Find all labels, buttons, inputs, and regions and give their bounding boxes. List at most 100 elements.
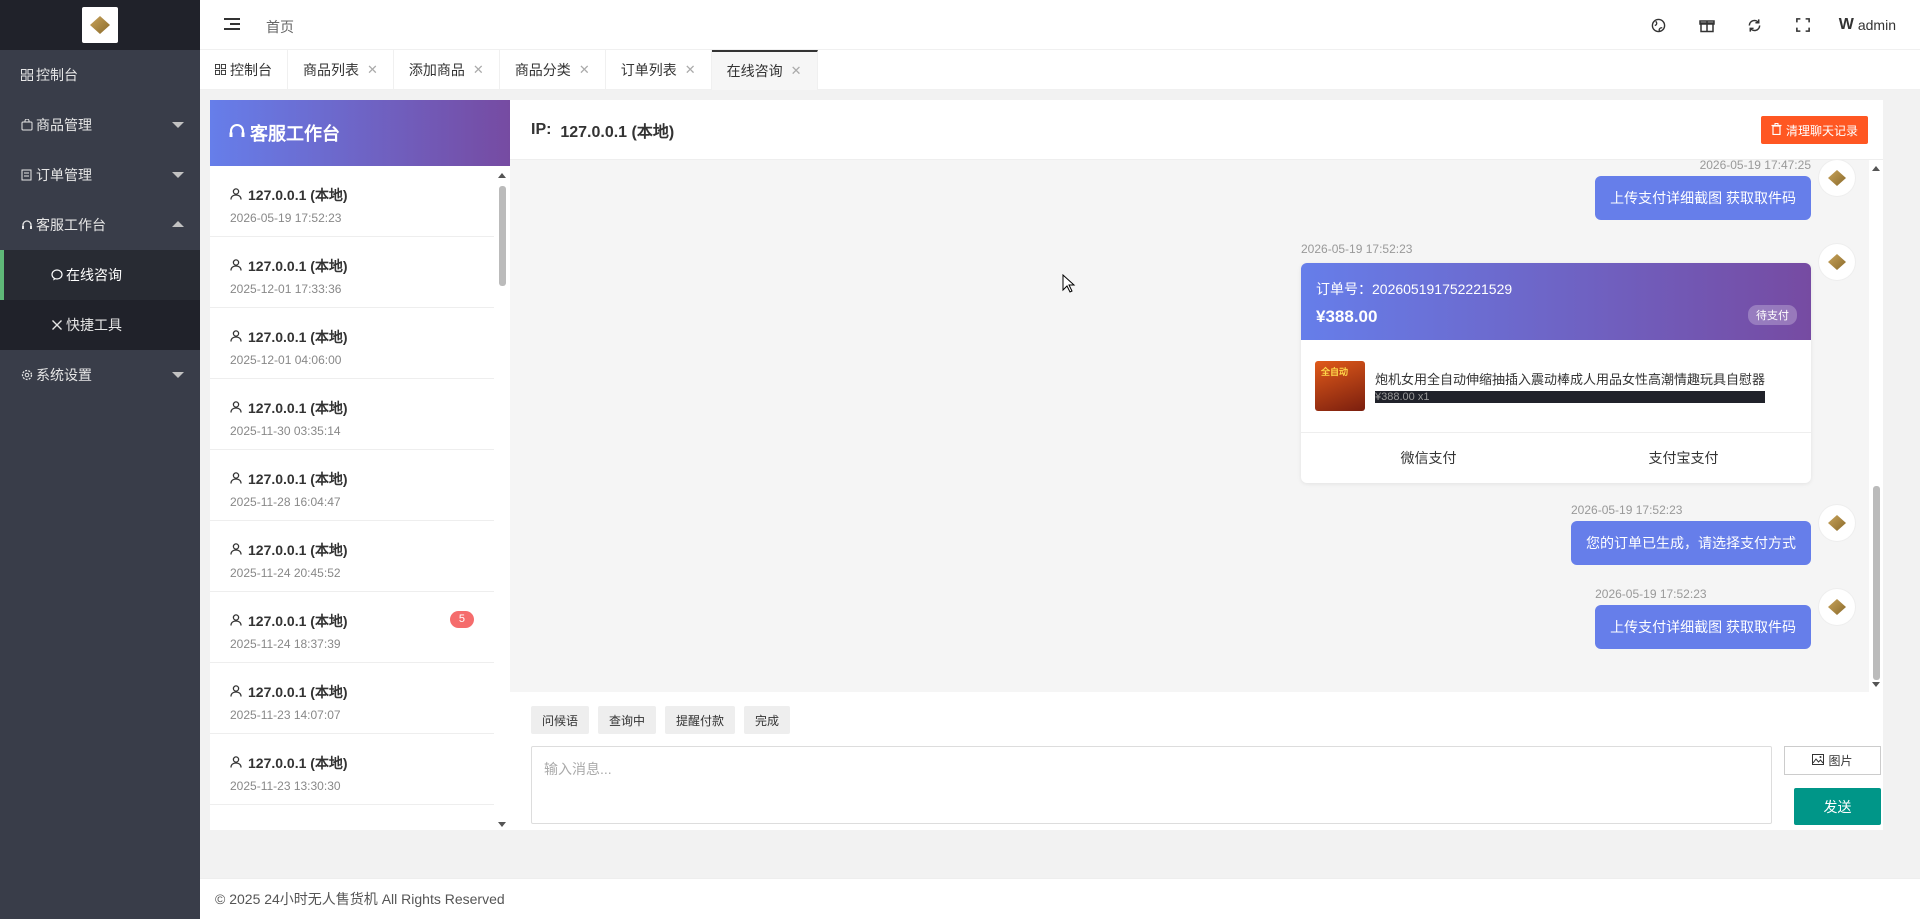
order-card: 订单号：202605191752221529 ¥388.00 待支付 全自动 炮… [1301, 263, 1811, 483]
close-icon[interactable]: ✕ [791, 63, 802, 79]
tab-product-list[interactable]: 商品列表 ✕ [288, 50, 394, 90]
conversation-time: 2025-12-01 04:06:00 [230, 353, 342, 367]
chat-panel: IP: 127.0.0.1 (本地) 清理聊天记录 2026-05-19 17:… [510, 100, 1883, 830]
sidebar-item-orders[interactable]: 订单管理 [0, 150, 200, 200]
upload-image-button[interactable]: 图片 [1784, 746, 1881, 775]
chevron-down-icon [172, 122, 184, 128]
scroll-up-icon[interactable] [1872, 166, 1880, 171]
quick-reply-done[interactable]: 完成 [744, 706, 791, 734]
conversation-item[interactable]: 127.0.0.1 (本地) 2025-11-24 18:37:39 5 [210, 592, 494, 663]
panel-title: 客服工作台 [210, 100, 510, 166]
conversation-name: 127.0.0.1 (本地) [248, 329, 348, 345]
conversation-panel: 客服工作台 127.0.0.1 (本地) 2026-05-19 17:52:23 1… [210, 100, 510, 830]
sidebar-item-quick-tools[interactable]: 快捷工具 [0, 300, 200, 350]
unread-badge: 5 [449, 611, 474, 628]
close-icon[interactable]: ✕ [367, 62, 378, 78]
scrollbar[interactable] [1869, 160, 1883, 692]
user-icon [230, 684, 242, 700]
chevron-up-icon [172, 221, 184, 227]
chevron-down-icon [172, 172, 184, 178]
sidebar-item-products[interactable]: 商品管理 [0, 100, 200, 150]
quick-reply-checking[interactable]: 查询中 [598, 706, 657, 734]
scrollbar[interactable] [494, 166, 510, 830]
conversation-time: 2025-11-23 14:07:07 [230, 708, 341, 722]
conversation-item[interactable]: 127.0.0.1 (本地) 2025-11-28 16:04:47 [210, 450, 494, 521]
refresh-icon[interactable] [1731, 0, 1779, 50]
alipay-button[interactable]: 支付宝支付 [1556, 433, 1811, 483]
conversation-item[interactable]: 127.0.0.1 (本地) 2026-05-19 17:52:23 [210, 166, 494, 237]
message-time: 2026-05-19 17:52:23 [1571, 503, 1683, 517]
user-icon [230, 187, 242, 203]
sidebar-item-settings[interactable]: 系统设置 [0, 350, 200, 400]
scroll-down-icon[interactable] [1872, 682, 1880, 687]
gift-icon[interactable] [1683, 0, 1731, 50]
clear-history-button[interactable]: 清理聊天记录 [1760, 116, 1868, 144]
tools-icon [50, 318, 64, 332]
conversation-name: 127.0.0.1 (本地) [248, 471, 348, 487]
message-bubble: 您的订单已生成，请选择支付方式 [1571, 521, 1811, 565]
message-time: 2026-05-19 17:52:23 [1301, 242, 1413, 256]
message: 2026-05-19 17:52:23 您的订单已生成，请选择支付方式 [1571, 503, 1811, 565]
conversation-item[interactable]: 127.0.0.1 (本地) 2025-12-01 04:06:00 [210, 308, 494, 379]
message: 2026-05-19 17:47:25 上传支付详细截图 获取取件码 [1595, 160, 1811, 220]
image-icon [1812, 753, 1825, 768]
conversation-item[interactable]: 127.0.0.1 (本地) 2025-11-23 14:07:07 [210, 663, 494, 734]
message-bubble: 上传支付详细截图 获取取件码 [1595, 605, 1811, 649]
conversation-name: 127.0.0.1 (本地) [248, 258, 348, 274]
scroll-thumb[interactable] [1873, 486, 1880, 680]
fullscreen-icon[interactable] [1779, 0, 1827, 50]
scroll-thumb[interactable] [499, 186, 506, 286]
tab-product-category[interactable]: 商品分类 ✕ [500, 50, 606, 90]
conversation-name: 127.0.0.1 (本地) [248, 613, 348, 629]
conversation-list: 127.0.0.1 (本地) 2026-05-19 17:52:23 127.0.0… [210, 166, 494, 830]
conversation-item[interactable]: 127.0.0.1 (本地) 2025-11-23 13:30:30 [210, 734, 494, 805]
conversation-item[interactable]: 127.0.0.1 (本地) 2025-11-30 03:35:14 [210, 379, 494, 450]
headset-icon [228, 122, 246, 145]
scroll-up-icon[interactable] [498, 173, 506, 178]
chat-header: IP: 127.0.0.1 (本地) 清理聊天记录 [510, 100, 1883, 160]
menu-toggle-icon[interactable] [224, 18, 240, 32]
user-icon [230, 329, 242, 345]
tab-online-consult[interactable]: 在线咨询 ✕ [711, 50, 818, 90]
conversation-item[interactable]: 127.0.0.1 (本地) 2025-11-24 20:45:52 [210, 521, 494, 592]
conversation-name: 127.0.0.1 (本地) [248, 400, 348, 416]
sidebar-item-dashboard[interactable]: 控制台 [0, 50, 200, 100]
tab-dashboard[interactable]: 控制台 [200, 50, 288, 90]
globe-icon[interactable] [1635, 0, 1683, 50]
clear-history-label: 清理聊天记录 [1785, 123, 1858, 138]
close-icon[interactable]: ✕ [685, 62, 696, 78]
tab-order-list[interactable]: 订单列表 ✕ [606, 50, 712, 90]
avatar [1819, 589, 1855, 625]
sidebar-item-online-consult[interactable]: 在线咨询 [0, 250, 200, 300]
message-area: 2026-05-19 17:47:25 上传支付详细截图 获取取件码 2026-… [510, 160, 1883, 692]
conversation-time: 2025-11-30 03:35:14 [230, 424, 341, 438]
send-button[interactable]: 发送 [1794, 788, 1881, 825]
quick-reply-payment-reminder[interactable]: 提醒付款 [665, 706, 736, 734]
conversation-name-row: 127.0.0.1 (本地) [230, 611, 474, 631]
close-icon[interactable]: ✕ [579, 62, 590, 78]
scroll-down-icon[interactable] [498, 822, 506, 827]
wechat-pay-button[interactable]: 微信支付 [1301, 433, 1556, 483]
logo-mark-icon [90, 16, 110, 34]
message: 2026-05-19 17:52:23 [1301, 242, 1811, 260]
conversation-time: 2025-12-01 17:33:36 [230, 282, 342, 296]
user-icon [230, 400, 242, 416]
list-icon [20, 168, 34, 182]
message-input[interactable] [531, 746, 1772, 824]
tab-label: 商品分类 [514, 62, 571, 78]
close-icon[interactable]: ✕ [473, 62, 484, 78]
sidebar-item-label: 快捷工具 [66, 317, 122, 333]
user-icon [230, 613, 242, 629]
avatar-logo-icon [1828, 599, 1846, 615]
user-icon [230, 471, 242, 487]
conversation-item[interactable]: 127.0.0.1 (本地) 2025-12-01 17:33:36 [210, 237, 494, 308]
conversation-name-row: 127.0.0.1 (本地) [230, 753, 474, 773]
user-menu[interactable]: W admin [1827, 16, 1920, 34]
headset-icon [20, 218, 34, 232]
breadcrumb[interactable]: 首页 [266, 17, 294, 37]
logo-area [0, 0, 200, 50]
tab-add-product[interactable]: 添加商品 ✕ [394, 50, 500, 90]
quick-reply-greeting[interactable]: 问候语 [531, 706, 590, 734]
ip-value: 127.0.0.1 (本地) [560, 123, 675, 141]
sidebar-item-service[interactable]: 客服工作台 [0, 200, 200, 250]
